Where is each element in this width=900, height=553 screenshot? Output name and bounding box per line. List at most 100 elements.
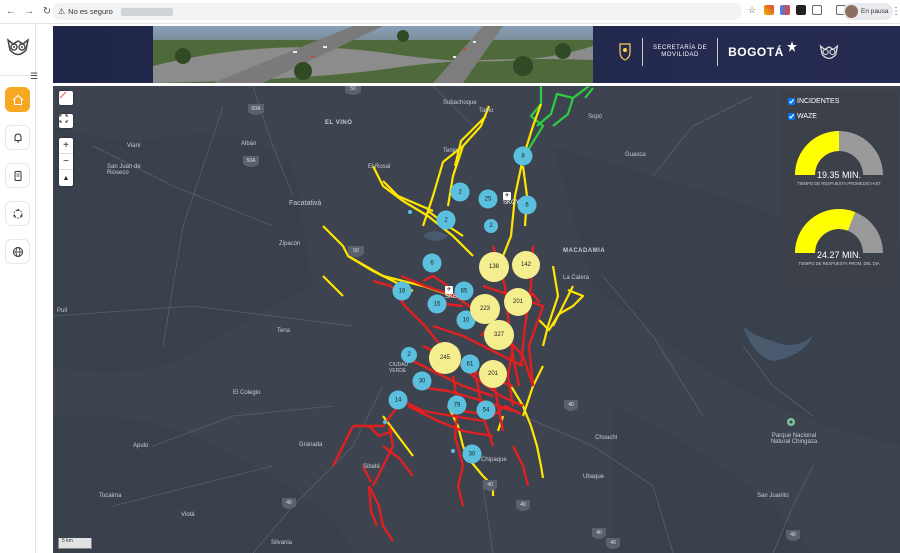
place-label: San Juanito	[757, 493, 789, 499]
secretaria-movilidad-label: SECRETARÍA DE MOVILIDAD	[653, 44, 708, 58]
zoom-in-button[interactable]: +	[59, 138, 73, 154]
zoom-out-button[interactable]: −	[59, 154, 73, 170]
dark-extension-icon[interactable]	[796, 5, 806, 15]
station-points	[383, 210, 455, 453]
browser-menu-icon[interactable]: ⋮	[891, 6, 900, 17]
home-icon	[12, 94, 23, 105]
map-scale: 5 km	[58, 538, 92, 549]
place-label: Sibaté	[363, 464, 381, 470]
place-label: Guasca	[625, 152, 646, 158]
sidebar: ☰	[0, 24, 38, 553]
cluster-marker[interactable]: 6	[422, 253, 442, 273]
road-shield-label: 40	[596, 530, 602, 536]
cluster-marker[interactable]: 79	[447, 395, 467, 415]
cluster-marker[interactable]: 327	[484, 320, 514, 350]
logo-separator	[717, 38, 719, 66]
road-shield-label: 40	[610, 540, 616, 546]
back-icon[interactable]: ←	[4, 5, 18, 19]
road-shield-label: 40	[568, 402, 574, 408]
bogota-label: BOGOTÁ	[728, 45, 784, 59]
forward-icon[interactable]: →	[22, 5, 36, 19]
device-icon	[14, 170, 21, 181]
waze-toggle[interactable]: WAZE	[788, 113, 817, 120]
cluster-marker[interactable]: 15	[427, 294, 447, 314]
place-label: Tena	[277, 328, 291, 334]
hamburger-menu-icon[interactable]: ☰	[30, 71, 38, 82]
puzzle-icon[interactable]	[812, 5, 822, 15]
road-shield-label: 50A	[247, 158, 257, 164]
place-label: San Juan de Rioseco	[107, 164, 141, 176]
cluster-marker[interactable]: 2	[436, 210, 456, 230]
cluster-marker[interactable]: 201	[504, 288, 532, 316]
place-label: Vianí	[127, 143, 141, 149]
extension-icons: ☆	[748, 5, 846, 15]
draw-tool-button[interactable]	[59, 91, 73, 105]
place-label: Subachoque	[443, 100, 477, 106]
owl-logo-icon	[6, 38, 30, 56]
bogota-star-icon	[786, 41, 797, 52]
cluster-marker[interactable]: 2	[484, 219, 498, 233]
cluster-marker[interactable]: 245	[429, 342, 461, 374]
cluster-marker[interactable]: 2	[401, 347, 417, 363]
color-extension-icon[interactable]	[780, 5, 790, 15]
zoom-controls: + − ▲	[59, 138, 73, 186]
globe-icon	[12, 246, 23, 257]
sidebar-item-globe[interactable]	[5, 239, 30, 264]
place-label: Pulí	[57, 308, 68, 314]
place-label: Tabio	[479, 108, 494, 114]
profile-status: En pausa	[861, 8, 889, 15]
cluster-marker[interactable]: 54	[476, 400, 496, 420]
place-label: EL VINO	[325, 120, 353, 126]
sidebar-divider	[0, 75, 30, 76]
cluster-marker[interactable]: 2	[450, 182, 470, 202]
sidebar-item-home[interactable]	[5, 87, 30, 112]
road-shield-label: 40	[790, 532, 796, 538]
cluster-marker[interactable]: 142	[512, 251, 540, 279]
profile-chip[interactable]: En pausa	[843, 3, 894, 20]
gauge-fill	[795, 131, 839, 175]
security-label: No es seguro	[68, 7, 113, 16]
gauge-historic-caption: TIEMPO DE RESPUESTA PROMEDIO HIST	[797, 181, 881, 186]
gauge-fill	[795, 209, 856, 253]
road-shield-label: 50	[353, 248, 359, 254]
place-label: Granada	[299, 442, 323, 448]
cluster-marker[interactable]: 30	[462, 444, 482, 464]
place-label: Albán	[241, 141, 257, 147]
owl-brand-icon	[819, 44, 839, 59]
fullscreen-button[interactable]	[59, 114, 73, 128]
pencil-icon	[59, 91, 67, 99]
avatar	[845, 5, 858, 18]
cluster-marker[interactable]: 138	[479, 252, 509, 282]
bookmark-star-icon[interactable]: ☆	[748, 5, 758, 15]
fullscreen-icon	[59, 114, 68, 123]
place-label: Silvania	[271, 540, 293, 546]
place-label: Tocaima	[99, 493, 122, 499]
cluster-marker[interactable]: 201	[479, 360, 507, 388]
cluster-marker[interactable]: 30	[412, 371, 432, 391]
place-label: CIUDAD VERDE	[389, 362, 409, 374]
cluster-marker[interactable]: 61	[460, 354, 480, 374]
pencil-extension-icon[interactable]	[764, 5, 774, 15]
sidebar-item-device[interactable]	[5, 163, 30, 188]
highway-photo	[153, 26, 593, 83]
sidebar-item-alerts[interactable]	[5, 125, 30, 150]
incidentes-checkbox[interactable]	[788, 98, 795, 105]
place-label: Zipacón	[279, 241, 301, 247]
cluster-marker[interactable]: 16	[392, 281, 412, 301]
cluster-marker[interactable]: 8	[513, 146, 533, 166]
waze-checkbox[interactable]	[788, 113, 795, 120]
place-label: Tenjo	[443, 148, 458, 154]
gauge-historic-value: 19.35 MIN.	[816, 170, 862, 180]
compass-button[interactable]: ▲	[59, 170, 73, 186]
gauge-today-caption: TIEMPO DE RESPUESTA PROM. DEL DIA	[798, 261, 880, 266]
cluster-marker[interactable]: 65	[454, 281, 474, 301]
place-label: El Rosal	[368, 164, 391, 170]
traffic-map[interactable]: 50A 50A 50 50 40 40 40 40 40 40 40 Subac…	[53, 86, 900, 553]
sidebar-item-network[interactable]	[5, 201, 30, 226]
cluster-marker[interactable]: 25	[478, 189, 498, 209]
cluster-marker[interactable]: 14	[388, 390, 408, 410]
cluster-marker[interactable]: 6	[517, 195, 537, 215]
address-bar[interactable]: ⚠ No es seguro	[52, 3, 742, 20]
incidentes-toggle[interactable]: INCIDENTES	[788, 98, 839, 105]
place-label: MACADAMIA	[563, 248, 606, 254]
